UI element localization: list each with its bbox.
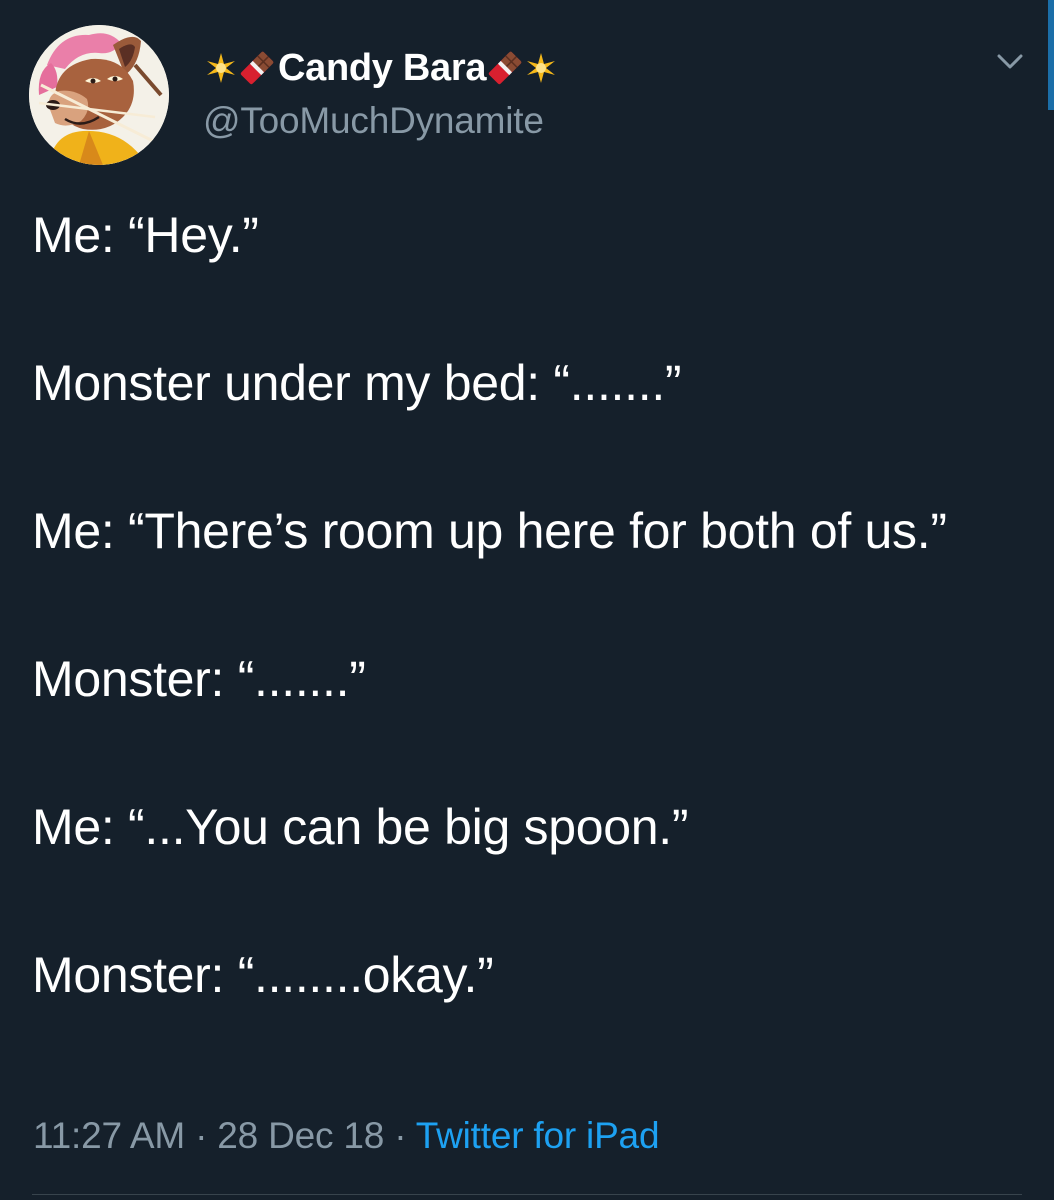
sparkle-icon [524,51,558,85]
meta-separator: · [384,1115,416,1156]
scroll-indicator[interactable] [1048,0,1054,110]
tweet-line: Me: “Hey.” [32,207,259,263]
tweet-line: Monster under my bed: “.......” [32,355,682,411]
display-name[interactable]: Candy Bara [278,47,487,90]
tweet-detail: Candy Bara @TooMuchDynamite Me: “Hey.” M… [0,0,1054,1200]
divider [32,1194,1022,1195]
meta-separator: · [184,1115,218,1156]
author-handle[interactable]: @TooMuchDynamite [203,100,544,142]
tweet-date[interactable]: 28 Dec 18 [217,1115,384,1156]
chocolate-bar-icon [488,51,522,85]
tweet-source-link[interactable]: Twitter for iPad [416,1115,660,1156]
chocolate-bar-icon [240,51,274,85]
avatar-image [29,25,169,165]
tweet-metadata: 11:27 AM · 28 Dec 18 · Twitter for iPad [33,1115,660,1157]
sparkle-icon [204,51,238,85]
tweet-time[interactable]: 11:27 AM [33,1115,185,1156]
tweet-line: Monster: “........okay.” [32,947,494,1003]
avatar[interactable] [29,25,169,165]
tweet-text: Me: “Hey.” Monster under my bed: “......… [32,198,1022,1012]
tweet-line: Me: “There’s room up here for both of us… [32,503,947,559]
author-name-row[interactable]: Candy Bara [204,44,560,92]
chevron-down-icon[interactable] [995,50,1025,74]
tweet-line: Monster: “.......” [32,651,366,707]
tweet-line: Me: “...You can be big spoon.” [32,799,689,855]
